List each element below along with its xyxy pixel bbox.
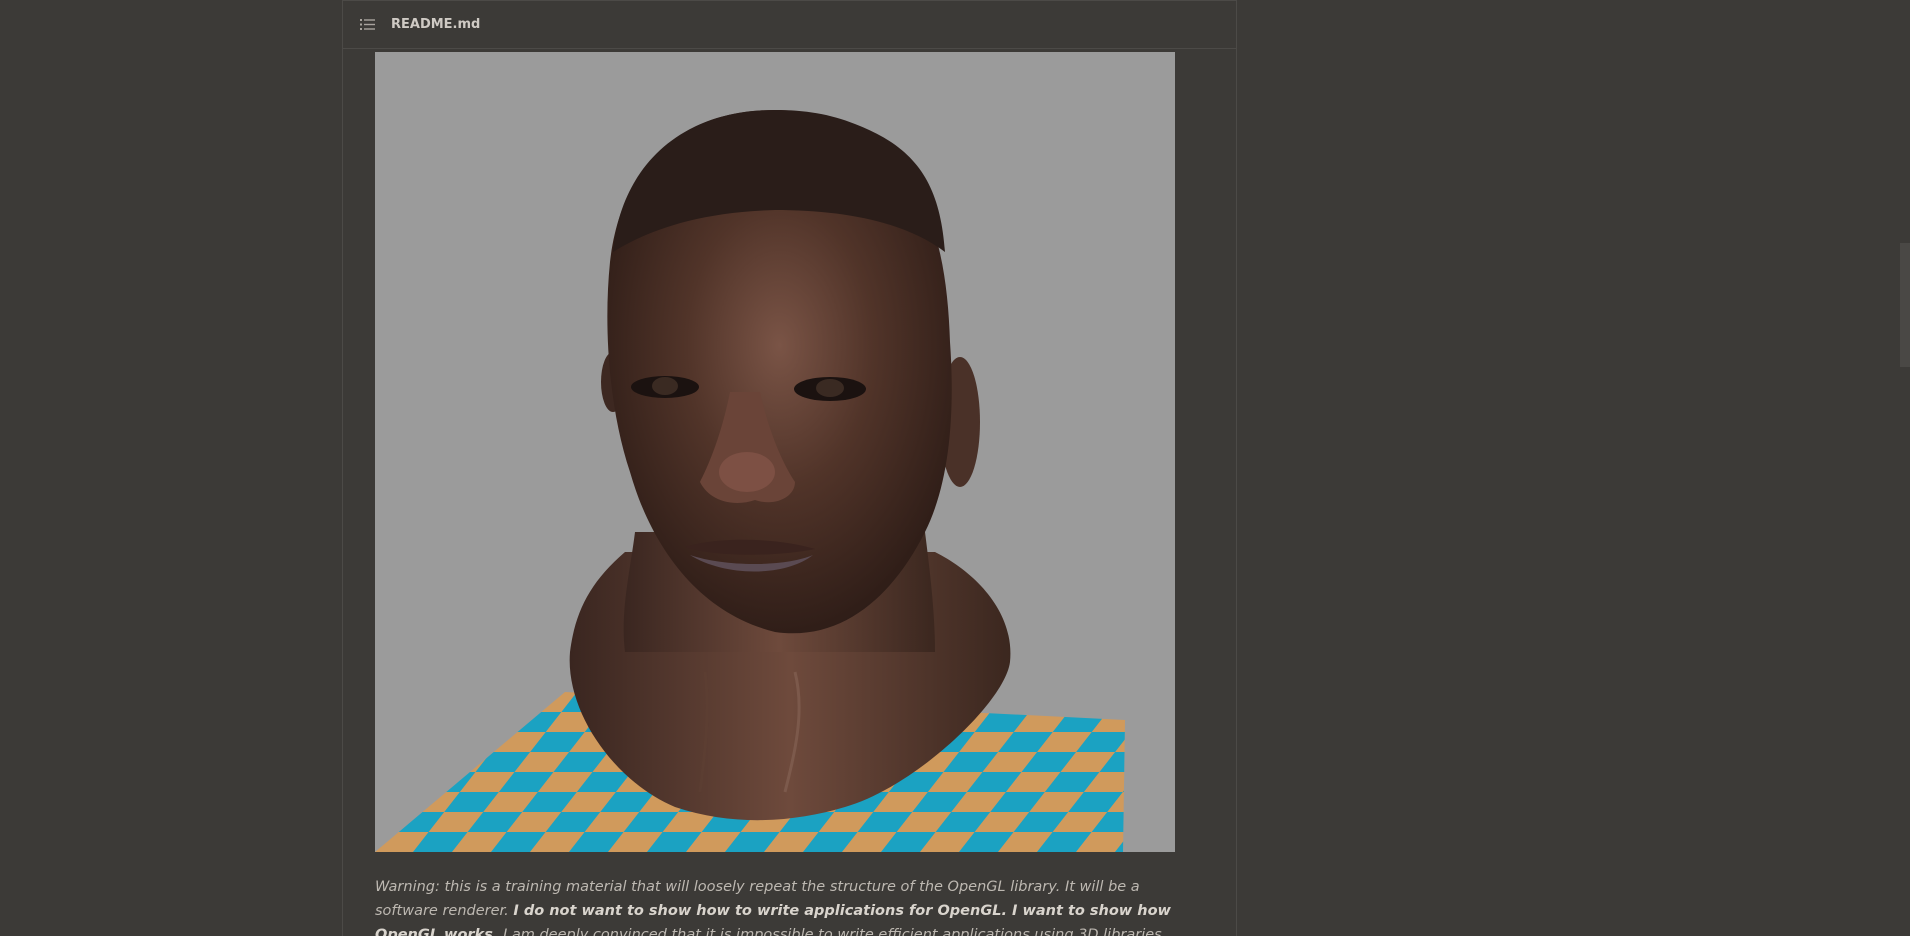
readme-panel: README.md Warning: this is a training ma… [342, 0, 1237, 936]
scrollbar-thumb[interactable] [1900, 243, 1910, 367]
readme-note: Warning: this is a training material tha… [375, 875, 1185, 936]
list-icon[interactable] [360, 18, 375, 31]
rendered-head-image [375, 52, 1175, 852]
readme-header: README.md [343, 0, 1236, 49]
page: README.md Warning: this is a training ma… [0, 0, 1910, 936]
readme-title: README.md [391, 17, 481, 32]
